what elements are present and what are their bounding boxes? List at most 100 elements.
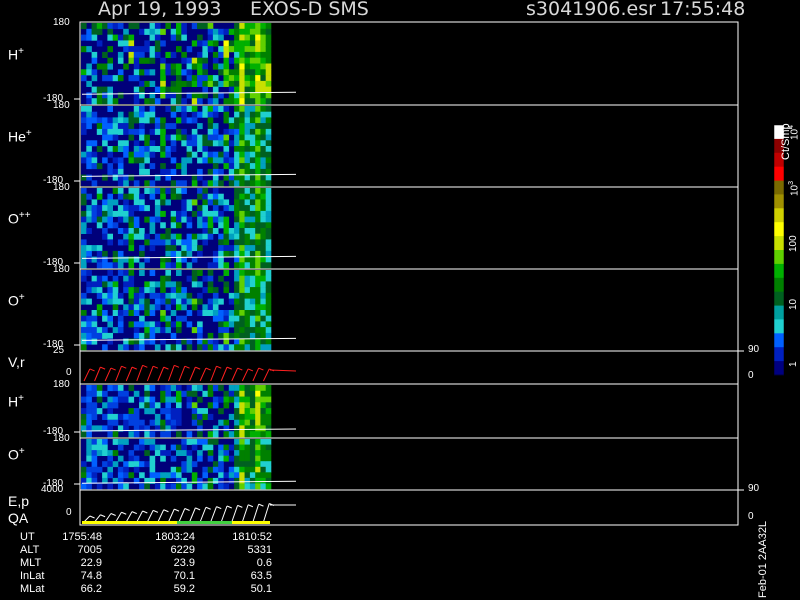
heatmap-cell: [128, 151, 135, 158]
heatmap-cell: [255, 472, 261, 479]
heatmap-cell: [197, 69, 203, 76]
heatmap-cell: [212, 40, 219, 47]
heatmap-cell: [128, 117, 135, 124]
heatmap-cell: [144, 390, 150, 397]
heatmap-cell: [139, 199, 145, 206]
heatmap-cell: [112, 450, 119, 456]
right-tick-top: 90: [748, 344, 760, 355]
heatmap-cell: [234, 292, 240, 299]
heatmap-cell: [207, 402, 214, 409]
heatmap-cell: [228, 228, 235, 234]
heatmap-cell: [107, 34, 113, 41]
heatmap-cell: [176, 134, 182, 141]
heatmap-cell: [170, 193, 177, 200]
heatmap-cell: [86, 332, 92, 339]
heatmap-cell: [133, 111, 140, 118]
heatmap-cell: [96, 310, 103, 316]
heatmap-cell: [234, 157, 240, 164]
heatmap-cell: [165, 419, 171, 426]
heatmap-cell: [244, 444, 251, 451]
heatmap-cell: [223, 134, 230, 141]
heatmap-cell: [160, 455, 166, 462]
heatmap-cell: [86, 483, 92, 490]
heatmap-cell: [249, 275, 256, 282]
heatmap-cell: [244, 315, 251, 322]
heatmap-cell: [96, 327, 103, 334]
heatmap-cell: [133, 298, 140, 305]
heatmap-cell: [144, 46, 150, 53]
colorbar-swatch: [774, 208, 784, 223]
colorbar-tick-label: 1: [788, 361, 799, 367]
heatmap-cell: [176, 222, 182, 229]
heatmap-cell: [149, 98, 156, 105]
heatmap-cell: [160, 444, 166, 451]
heatmap-cell: [239, 332, 245, 339]
heatmap-cell: [102, 256, 108, 263]
heatmap-cell: [191, 245, 198, 252]
heatmap-cell: [128, 123, 135, 130]
heatmap-cell: [234, 69, 240, 76]
heatmap-cell: [244, 327, 251, 334]
heatmap-cell: [249, 233, 256, 240]
heatmap-cell: [165, 233, 171, 240]
heatmap-cell: [239, 402, 245, 409]
heatmap-cell: [234, 310, 240, 316]
heatmap-cell: [228, 396, 235, 403]
heatmap-cell: [176, 444, 182, 451]
heatmap-cell: [181, 483, 187, 490]
heatmap-cell: [239, 228, 245, 234]
footer-value: 74.8: [80, 570, 102, 582]
heatmap-cell: [255, 210, 261, 217]
heatmap-cell: [81, 270, 87, 276]
heatmap-cell: [228, 292, 235, 299]
heatmap-cell: [176, 477, 182, 484]
heatmap-cell: [139, 292, 145, 299]
heatmap-cell: [91, 163, 98, 170]
heatmap-cell: [133, 63, 140, 70]
heatmap-cell: [133, 321, 140, 328]
heatmap-cell: [139, 483, 145, 490]
heatmap-cell: [265, 396, 272, 403]
heatmap-cell: [139, 304, 145, 311]
footer-value: 70.1: [173, 570, 195, 582]
heatmap-cell: [212, 425, 219, 432]
heatmap-cell: [160, 390, 166, 397]
heatmap-cell: [102, 262, 108, 269]
heatmap-cell: [117, 466, 124, 473]
heatmap-cell: [244, 396, 251, 403]
footer-label: MLat: [20, 583, 45, 595]
heatmap-cell: [207, 310, 214, 316]
heatmap-cell: [218, 157, 224, 164]
heatmap-cell: [128, 51, 135, 58]
heatmap-cell: [170, 98, 177, 105]
footer-value: 59.2: [173, 583, 195, 595]
heatmap-cell: [255, 23, 261, 30]
heatmap-cell: [107, 455, 113, 462]
footer-stamp-text: Feb-01 2AA32L: [757, 520, 769, 598]
heatmap-cell: [154, 199, 161, 206]
heatmap-cell: [207, 134, 214, 141]
heatmap-cell: [228, 298, 235, 305]
heatmap-cell: [244, 216, 251, 223]
heatmap-cell: [228, 431, 235, 438]
heatmap-cell: [244, 431, 251, 438]
colorbar-swatch: [774, 277, 784, 293]
heatmap-cell: [260, 199, 266, 206]
heatmap-cell: [170, 80, 177, 87]
heatmap-cell: [234, 180, 240, 187]
heatmap-cell: [202, 216, 208, 223]
heatmap-cell: [165, 134, 171, 141]
heatmap-cell: [170, 86, 177, 93]
heatmap-cell: [86, 92, 92, 99]
heatmap-cell: [260, 51, 266, 58]
heatmap-cell: [181, 245, 187, 252]
heatmap-cell: [86, 413, 92, 420]
heatmap-cell: [260, 304, 266, 311]
heatmap-cell: [234, 344, 240, 351]
heatmap-cell: [128, 292, 135, 299]
heatmap-cell: [255, 28, 261, 35]
heatmap-cell: [81, 245, 87, 252]
heatmap-cell: [244, 472, 251, 479]
heatmap-cell: [249, 298, 256, 305]
heatmap-cell: [207, 117, 214, 124]
